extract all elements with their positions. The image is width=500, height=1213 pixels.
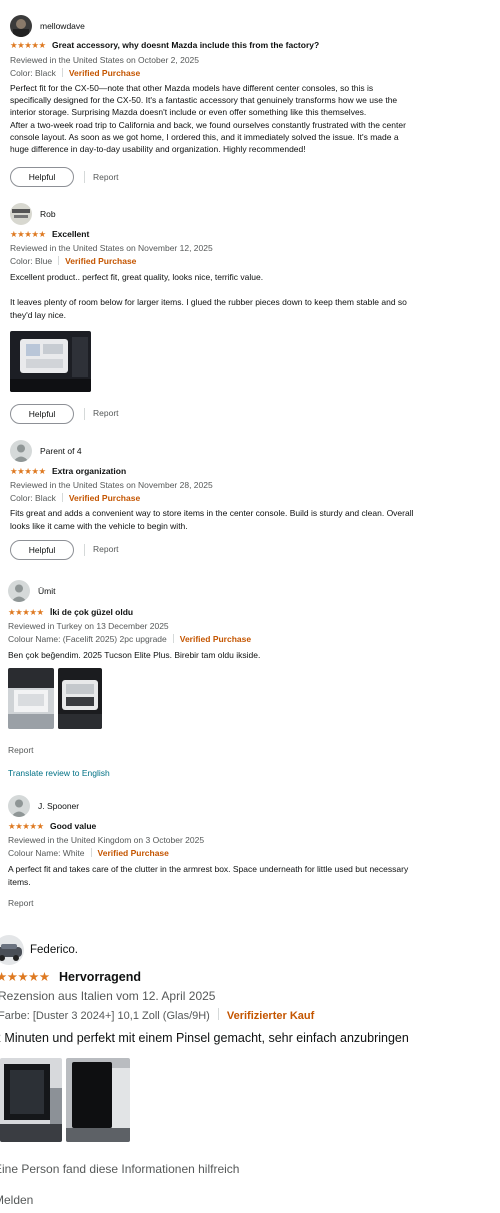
avatar[interactable] [10,440,32,462]
avatar[interactable] [8,580,30,602]
rating-title-row: ★★★★★ Excellent [10,229,89,240]
report-link[interactable]: Report [8,745,34,755]
review-body: 2 Minuten und perfekt mit einem Pinsel g… [0,1031,409,1045]
divider [84,408,85,420]
review-title[interactable]: Good value [50,821,96,831]
report-link[interactable]: Report [93,544,119,554]
avatar[interactable] [10,203,32,225]
star-rating-icon[interactable]: ★★★★★ [10,466,46,477]
divider [84,544,85,556]
helpful-button[interactable]: Helpful [10,540,74,560]
variant-label[interactable]: Color: Black [10,493,56,503]
review-image[interactable] [58,668,102,729]
avatar[interactable] [10,15,32,37]
variant-label[interactable]: Colour Name: White [8,848,85,858]
star-rating-icon[interactable]: ★★★★★ [8,607,44,618]
variant-row: Color: Blue Verified Purchase [10,256,136,266]
divider [217,1008,219,1020]
reviewer-name[interactable]: Rob [40,209,56,219]
rating-title-row: ★★★★★ İki de çok güzel oldu [8,607,133,618]
review-title[interactable]: Great accessory, why doesnt Mazda includ… [52,40,319,50]
review-body: Excellent product.. perfect fit, great q… [10,272,407,320]
divider [84,171,85,183]
review-date: Reviewed in the United Kingdom on 3 Octo… [8,835,205,845]
star-rating-icon[interactable]: ★★★★★ [8,821,44,832]
translate-review-link[interactable]: Translate review to English [8,768,110,778]
review-header: Rob [10,203,56,225]
rating-title-row: ★★★★★ Hervorragend [0,969,141,984]
verified-purchase-badge: Verified Purchase [179,634,252,644]
review-date: Reviewed in the United States on Novembe… [10,243,213,253]
star-rating-icon[interactable]: ★★★★★ [10,40,46,51]
review-image[interactable] [10,331,91,392]
variant-row: Color: Black Verified Purchase [10,493,140,503]
report-link[interactable]: Melden [0,1193,33,1207]
rating-title-row: ★★★★★ Good value [8,821,96,832]
divider [61,493,63,502]
verified-purchase-badge: Verifizierter Kauf [226,1010,315,1022]
variant-row: Colour Name: White Verified Purchase [8,848,169,858]
helpful-button[interactable]: Helpful [10,167,74,187]
variant-label[interactable]: Colour Name: (Facelift 2025) 2pc upgrade [8,634,167,644]
verified-purchase-badge: Verified Purchase [97,848,169,858]
review-title[interactable]: Extra organization [52,466,126,476]
report-link[interactable]: Report [93,408,119,418]
variant-label[interactable]: Farbe: [Duster 3 2024+] 10,1 Zoll (Glas/… [0,1010,210,1022]
reviewer-name[interactable]: J. Spooner [38,801,79,811]
reviewer-name[interactable]: Federico. [30,944,78,956]
divider [90,848,92,857]
review-date: Reviewed in Turkey on 13 December 2025 [8,621,169,631]
reviewer-name[interactable]: mellowdave [40,21,85,31]
variant-label[interactable]: Color: Black [10,68,56,78]
verified-purchase-badge: Verified Purchase [68,68,141,78]
star-rating-icon[interactable]: ★★★★★ [10,229,46,240]
review-header: Federico. [0,935,78,965]
review-date: Rezension aus Italien vom 12. April 2025 [0,989,216,1003]
divider [58,256,60,265]
review-body: Perfect fit for the CX-50—note that othe… [10,83,406,155]
verified-purchase-badge: Verified Purchase [65,256,137,266]
reviewer-name[interactable]: Parent of 4 [40,446,82,456]
variant-row: Farbe: [Duster 3 2024+] 10,1 Zoll (Glas/… [0,1008,314,1022]
avatar[interactable] [8,795,30,817]
variant-row: Color: Black Verified Purchase [10,68,140,78]
rating-title-row: ★★★★★ Extra organization [10,466,126,477]
variant-label[interactable]: Color: Blue [10,256,52,266]
review-body: Ben çok beğendim. 2025 Tucson Elite Plus… [8,650,261,660]
report-link[interactable]: Report [8,898,34,908]
review-header: mellowdave [10,15,85,37]
verified-purchase-badge: Verified Purchase [68,493,141,503]
review-header: Ümit [8,580,55,602]
review-body: A perfect fit and takes care of the clut… [8,864,409,887]
review-date: Reviewed in the United States on Novembe… [10,480,213,490]
review-header: J. Spooner [8,795,79,817]
review-image[interactable] [8,668,54,729]
divider [61,68,63,77]
review-image[interactable] [66,1058,130,1142]
review-body: Fits great and adds a convenient way to … [10,508,414,531]
variant-row: Colour Name: (Facelift 2025) 2pc upgrade… [8,634,251,644]
review-date: Reviewed in the United States on October… [10,55,200,65]
review-image[interactable] [0,1058,62,1142]
review-title[interactable]: Excellent [52,229,89,239]
divider [172,634,174,643]
review-header: Parent of 4 [10,440,82,462]
reviewer-name[interactable]: Ümit [38,586,55,596]
rating-title-row: ★★★★★ Great accessory, why doesnt Mazda … [10,40,319,51]
star-rating-icon[interactable]: ★★★★★ [0,969,50,984]
review-title[interactable]: İki de çok güzel oldu [50,607,133,617]
helpful-button[interactable]: Helpful [10,404,74,424]
avatar[interactable] [0,935,24,965]
report-link[interactable]: Report [93,172,119,182]
review-title[interactable]: Hervorragend [59,970,141,984]
helpful-count: Eine Person fand diese Informationen hil… [0,1162,240,1176]
